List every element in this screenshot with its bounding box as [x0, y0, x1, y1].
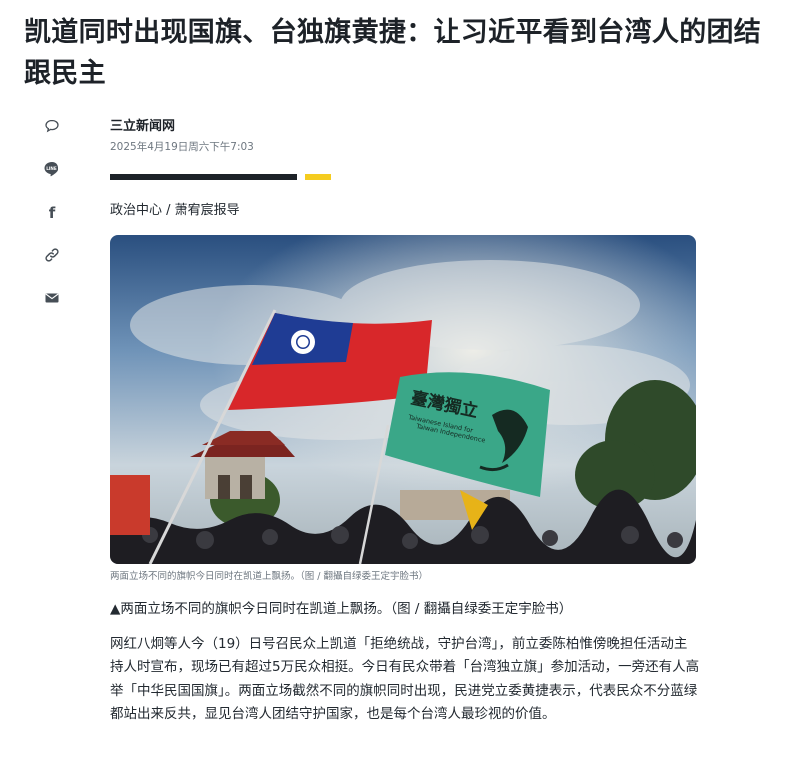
- line-icon-label: LINE: [46, 166, 57, 171]
- share-line-button[interactable]: LINE: [38, 155, 66, 183]
- share-rail: LINE f: [38, 112, 66, 327]
- publish-timestamp: 2025年4月19日周六下午7:03: [110, 141, 254, 153]
- department-credit: 政治中心 / 萧宥宸报导: [110, 203, 240, 218]
- photo-caption-main: ▲两面立场不同的旗帜今日同时在凯道上飘扬。（图 / 翻攝自绿委王定宇脸书）: [110, 601, 573, 617]
- provider-name[interactable]: 三立新闻网: [110, 118, 254, 136]
- share-facebook-button[interactable]: f: [38, 198, 66, 226]
- line-icon: LINE: [44, 162, 59, 177]
- article-body-paragraph: 网红八炯等人今（19）日号召民众上凯道「拒绝统战，守护台湾」，前立委陈柏惟傍晚担…: [110, 636, 700, 723]
- byline-divider-accent: [305, 174, 331, 180]
- article-photo[interactable]: 臺灣獨立 Taiwanese Island for Taiwan Indepen…: [110, 235, 696, 564]
- link-icon: [45, 248, 59, 262]
- photo-caption-small: 两面立场不同的旗帜今日同时在凯道上飘扬。（图 / 翻攝自绿委王定宇脸书）: [110, 571, 428, 582]
- photo-banner-left: [110, 475, 150, 535]
- share-email-button[interactable]: [38, 284, 66, 312]
- byline: 三立新闻网 2025年4月19日周六下午7:03: [110, 118, 254, 156]
- comment-button[interactable]: [38, 112, 66, 140]
- facebook-icon: f: [49, 204, 56, 220]
- mail-icon: [45, 293, 59, 303]
- byline-divider: [110, 174, 297, 180]
- comment-icon: [45, 119, 59, 133]
- facebook-icon-label: f: [49, 204, 56, 220]
- copy-link-button[interactable]: [38, 241, 66, 269]
- article-headline: 凯道同时出现国旗、台独旗黄捷：让习近平看到台湾人的团结跟民主: [24, 17, 762, 89]
